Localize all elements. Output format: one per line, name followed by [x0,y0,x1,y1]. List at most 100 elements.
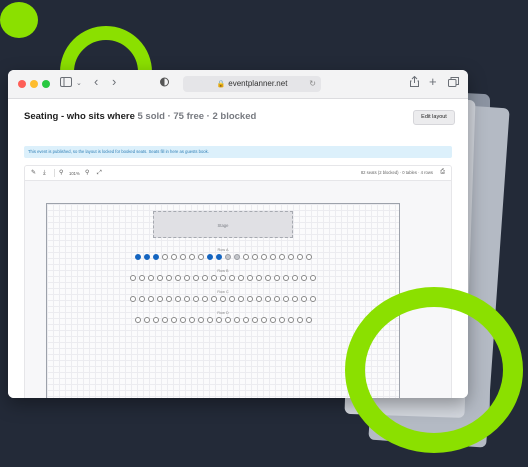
seat[interactable] [301,275,307,281]
seat[interactable] [278,254,285,260]
seat[interactable] [229,296,235,302]
seat[interactable] [161,317,168,323]
seat[interactable] [188,254,195,260]
seat[interactable] [148,275,154,281]
seat[interactable] [211,296,217,302]
seat[interactable] [179,254,186,260]
seat[interactable] [229,275,235,281]
seat[interactable] [269,317,276,323]
seat[interactable] [296,317,303,323]
seat[interactable] [206,254,213,260]
new-tab-icon[interactable]: + [429,74,437,90]
seat[interactable] [292,275,298,281]
seat[interactable] [175,296,181,302]
seat[interactable] [193,275,199,281]
seat[interactable] [242,254,249,260]
seat[interactable] [170,254,177,260]
seat[interactable] [278,317,285,323]
seat[interactable] [233,317,240,323]
seat[interactable] [197,254,204,260]
seat[interactable] [157,296,163,302]
seat[interactable] [251,317,258,323]
address-bar[interactable]: 🔒 eventplanner.net ↻ [183,76,321,92]
seat[interactable] [265,296,271,302]
privacy-shield-icon[interactable] [160,76,169,92]
reload-icon[interactable]: ↻ [309,76,316,92]
share-icon[interactable] [410,75,419,92]
seat[interactable] [274,275,280,281]
seat[interactable] [260,317,267,323]
seat[interactable] [256,275,262,281]
seat[interactable] [139,275,145,281]
seat[interactable] [166,296,172,302]
seat[interactable] [242,317,249,323]
seat[interactable] [283,296,289,302]
seat[interactable] [296,254,303,260]
seat[interactable] [134,317,141,323]
seat[interactable] [238,275,244,281]
seat[interactable] [305,317,312,323]
seat[interactable] [139,296,145,302]
seat[interactable] [202,275,208,281]
seat[interactable] [220,296,226,302]
seat[interactable] [148,296,154,302]
seat[interactable] [269,254,276,260]
seat[interactable] [143,254,150,260]
seat[interactable] [215,254,222,260]
seat[interactable] [166,275,172,281]
seat[interactable] [197,317,204,323]
chevron-down-icon[interactable]: ⌄ [76,76,82,92]
seat[interactable] [287,254,294,260]
fit-screen-icon[interactable]: ⤢ [97,169,102,177]
seat[interactable] [161,254,168,260]
seat[interactable] [157,275,163,281]
download-icon[interactable]: ⤓ [43,169,46,177]
seat[interactable] [274,296,280,302]
tab-overview-icon[interactable] [448,76,459,92]
seat[interactable] [134,254,141,260]
seat[interactable] [310,296,316,302]
seat[interactable] [175,275,181,281]
seat[interactable] [193,296,199,302]
seat[interactable] [188,317,195,323]
seat[interactable] [152,254,159,260]
seat[interactable] [260,254,267,260]
seat[interactable] [283,275,289,281]
seat[interactable] [184,296,190,302]
seat[interactable] [247,275,253,281]
seat[interactable] [251,254,258,260]
print-icon[interactable]: ⎙ [440,169,445,176]
seat[interactable] [220,275,226,281]
seat[interactable] [238,296,244,302]
pencil-icon[interactable]: ✎ [31,169,36,177]
seat[interactable] [247,296,253,302]
seat[interactable] [256,296,262,302]
seat[interactable] [310,275,316,281]
seat[interactable] [292,296,298,302]
seat[interactable] [215,317,222,323]
seat[interactable] [202,296,208,302]
seat[interactable] [265,275,271,281]
minimize-window-button[interactable] [30,80,38,88]
back-icon[interactable]: ‹ [94,74,98,90]
seat[interactable] [287,317,294,323]
seat[interactable] [130,296,136,302]
forward-icon[interactable]: › [112,74,116,90]
zoom-out-icon[interactable]: ⚲ [59,169,63,177]
maximize-window-button[interactable] [42,80,50,88]
seat[interactable] [206,317,213,323]
edit-layout-button[interactable]: Edit layout [413,110,455,125]
close-window-button[interactable] [18,80,26,88]
seat[interactable] [184,275,190,281]
seat[interactable] [301,296,307,302]
sidebar-icon[interactable] [60,76,72,92]
seat[interactable] [179,317,186,323]
seat[interactable] [224,317,231,323]
seat[interactable] [143,317,150,323]
seat[interactable] [211,275,217,281]
seat[interactable] [233,254,240,260]
seat[interactable] [305,254,312,260]
seat[interactable] [224,254,231,260]
seat[interactable] [152,317,159,323]
zoom-in-icon[interactable]: ⚲ [85,169,89,177]
